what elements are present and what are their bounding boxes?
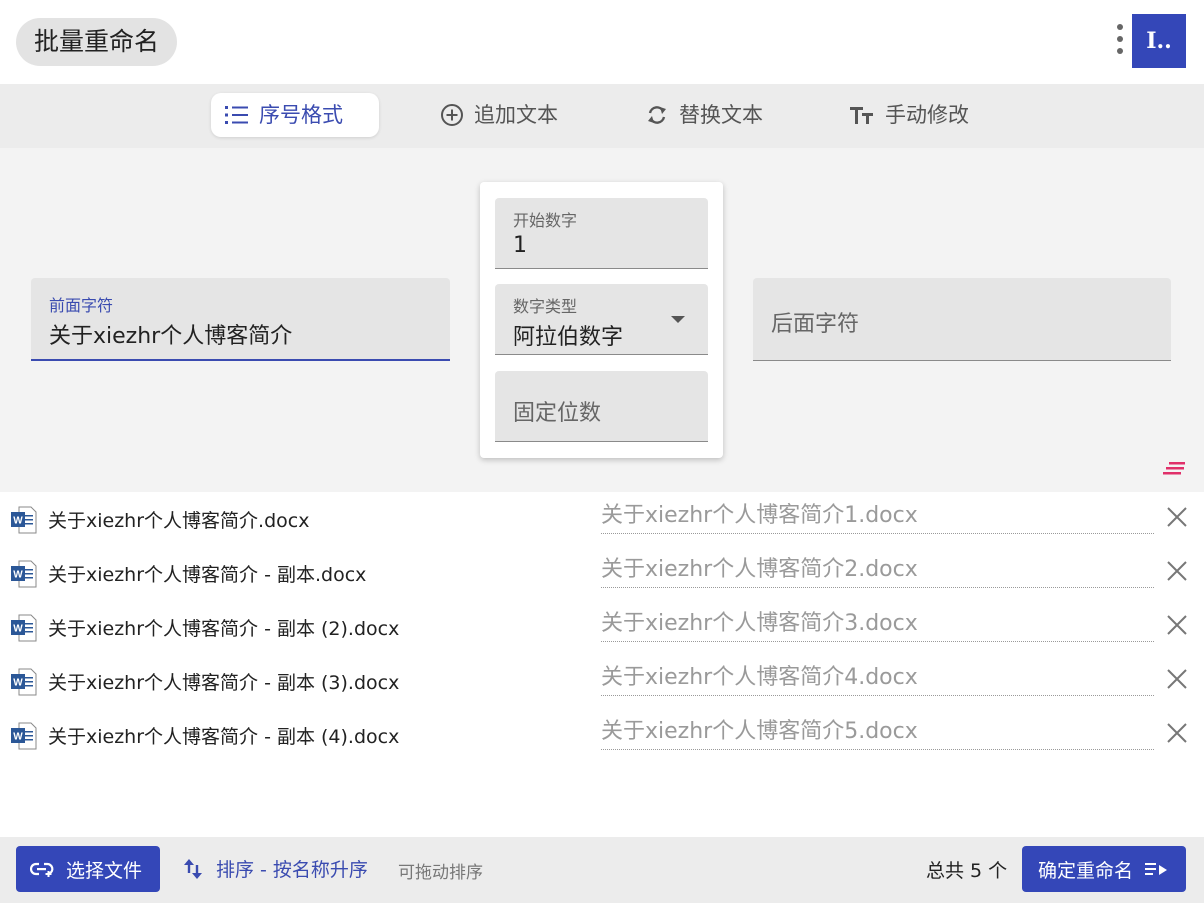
fixed-digits-field[interactable]: 固定位数 — [495, 371, 708, 442]
prefix-value: 关于xiezhr个人博客简介 — [49, 324, 293, 349]
svg-text:W: W — [13, 732, 23, 743]
batch-rename-app: 批量重命名 I.. 序号格式 追加文本 替换文本 手动修改 前面字符 关于xie… — [0, 0, 1204, 903]
tab-replace-text[interactable]: 替换文本 — [631, 93, 777, 137]
start-number-label: 开始数字 — [513, 211, 578, 230]
sort-label: 排序 - 按名称升序 — [216, 859, 368, 881]
original-filename: 关于xiezhr个人博客简介 - 副本.docx — [48, 564, 367, 586]
tab-bar: 序号格式 追加文本 替换文本 手动修改 — [0, 84, 1204, 148]
suffix-placeholder: 后面字符 — [771, 312, 860, 337]
word-document-icon: W — [11, 506, 37, 534]
prefix-field[interactable]: 前面字符 关于xiezhr个人博客简介 — [31, 278, 450, 361]
tab-append-text[interactable]: 追加文本 — [426, 93, 572, 137]
list-numbered-icon — [225, 106, 248, 124]
new-filename-field[interactable]: 关于xiezhr个人博客简介2.docx — [601, 552, 1154, 588]
select-files-label: 选择文件 — [66, 859, 143, 882]
serial-format-panel: 前面字符 关于xiezhr个人博客简介 开始数字 1 数字类型 阿拉伯数字 固定… — [0, 148, 1204, 492]
sort-toggle[interactable]: 排序 - 按名称升序 — [184, 855, 368, 882]
new-filename-field[interactable]: 关于xiezhr个人博客简介1.docx — [601, 498, 1154, 534]
replace-icon — [648, 106, 666, 124]
word-document-icon: W — [11, 560, 37, 588]
original-filename: 关于xiezhr个人博客简介 - 副本 (3).docx — [48, 672, 400, 694]
avatar[interactable]: I.. — [1132, 14, 1186, 68]
tab-serial-format[interactable]: 序号格式 — [211, 93, 379, 137]
swap-vert-icon — [184, 858, 202, 879]
app-title: 批量重命名 — [16, 18, 178, 66]
sort-lines-icon[interactable] — [1163, 458, 1187, 478]
number-type-select[interactable]: 数字类型 阿拉伯数字 — [495, 284, 708, 355]
add-circle-icon — [441, 104, 463, 126]
word-document-icon: W — [11, 668, 37, 696]
new-filename-field[interactable]: 关于xiezhr个人博客简介3.docx — [601, 606, 1154, 642]
confirm-rename-label: 确定重命名 — [1038, 859, 1134, 882]
svg-text:W: W — [13, 624, 23, 635]
tab-label: 序号格式 — [259, 103, 343, 127]
attach-link-icon — [30, 862, 54, 877]
original-filename: 关于xiezhr个人博客简介 - 副本 (2).docx — [48, 618, 400, 640]
svg-text:W: W — [13, 678, 23, 689]
file-row: W 关于xiezhr个人博客简介 - 副本 (3).docx 关于xiezhr个… — [0, 654, 1204, 708]
file-list: W 关于xiezhr个人博客简介.docx 关于xiezhr个人博客简介1.do… — [0, 492, 1204, 837]
tab-label: 替换文本 — [679, 103, 763, 127]
word-document-icon: W — [11, 614, 37, 642]
file-row: W 关于xiezhr个人博客简介 - 副本 (2).docx 关于xiezhr个… — [0, 600, 1204, 654]
file-row: W 关于xiezhr个人博客简介 - 副本 (4).docx 关于xiezhr个… — [0, 708, 1204, 762]
close-icon[interactable] — [1166, 614, 1188, 636]
word-document-icon: W — [11, 722, 37, 750]
dropdown-arrow-icon — [671, 316, 685, 323]
file-row: W 关于xiezhr个人博客简介 - 副本.docx 关于xiezhr个人博客简… — [0, 546, 1204, 600]
tab-manual-edit[interactable]: 手动修改 — [835, 93, 983, 137]
tab-label: 手动修改 — [885, 103, 969, 127]
confirm-rename-button[interactable]: 确定重命名 — [1022, 846, 1186, 892]
start-number-field[interactable]: 开始数字 1 — [495, 198, 708, 269]
svg-text:W: W — [13, 570, 23, 581]
new-filename-field[interactable]: 关于xiezhr个人博客简介4.docx — [601, 660, 1154, 696]
new-filename-field[interactable]: 关于xiezhr个人博客简介5.docx — [601, 714, 1154, 750]
playlist-arrow-icon — [1145, 863, 1168, 875]
select-files-button[interactable]: 选择文件 — [16, 846, 160, 892]
original-filename: 关于xiezhr个人博客简介.docx — [48, 510, 310, 532]
close-icon[interactable] — [1166, 668, 1188, 690]
text-size-icon — [850, 107, 873, 124]
start-number-value: 1 — [513, 233, 527, 258]
action-bar: 选择文件 排序 - 按名称升序 可拖动排序 总共 5 个 确定重命名 — [0, 837, 1204, 903]
drag-sort-hint: 可拖动排序 — [398, 863, 483, 883]
number-type-label: 数字类型 — [513, 297, 578, 316]
number-type-value: 阿拉伯数字 — [513, 325, 624, 350]
suffix-field[interactable]: 后面字符 — [753, 278, 1171, 361]
prefix-label: 前面字符 — [49, 296, 114, 315]
close-icon[interactable] — [1166, 560, 1188, 582]
number-settings-card: 开始数字 1 数字类型 阿拉伯数字 固定位数 — [480, 182, 723, 458]
more-vert-icon[interactable] — [1112, 24, 1128, 60]
original-filename: 关于xiezhr个人博客简介 - 副本 (4).docx — [48, 726, 400, 748]
file-count: 总共 5 个 — [926, 860, 1008, 882]
svg-text:W: W — [13, 516, 23, 527]
fixed-digits-placeholder: 固定位数 — [513, 401, 602, 426]
close-icon[interactable] — [1166, 506, 1188, 528]
file-row: W 关于xiezhr个人博客简介.docx 关于xiezhr个人博客简介1.do… — [0, 492, 1204, 546]
tab-label: 追加文本 — [474, 103, 558, 127]
close-icon[interactable] — [1166, 722, 1188, 744]
app-header: 批量重命名 I.. — [0, 0, 1204, 84]
